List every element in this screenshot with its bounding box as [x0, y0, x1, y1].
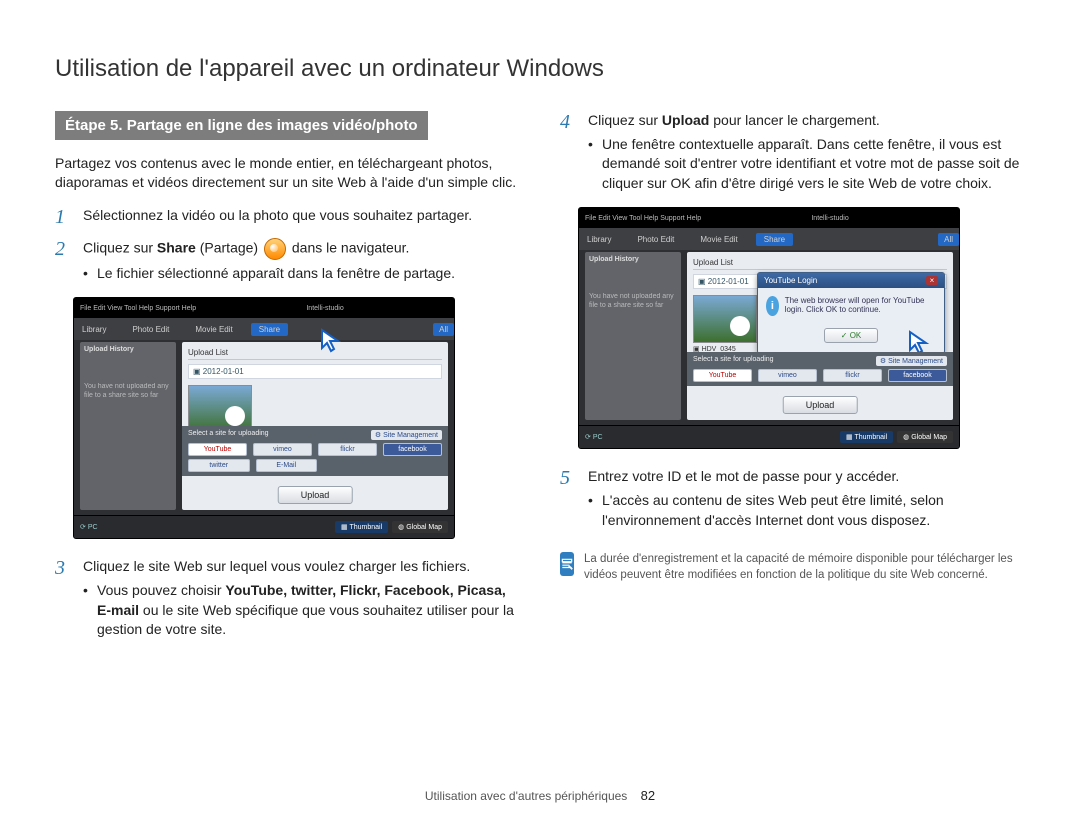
step-1-text: Sélectionnez la vidéo ou la photo que vo…	[83, 206, 472, 228]
date-value: 2012-01-01	[203, 367, 244, 376]
upload-button[interactable]: Upload	[278, 486, 353, 504]
page-title: Utilisation de l'appareil avec un ordina…	[55, 55, 1025, 83]
scr-bottom-bar: ⟳ PC ▦ Thumbnail ◍ Global Map	[74, 515, 454, 538]
view-global-map[interactable]: ◍ Global Map	[392, 521, 448, 533]
scr-right-panel: Upload List ▣ 2012-01-01 ▣ HDV_0345 Sele…	[182, 342, 448, 510]
site-twitter[interactable]: twitter	[188, 459, 250, 472]
view-thumbnail[interactable]: ▦ Thumbnail	[335, 521, 388, 533]
pc-label: ⟳ PC	[80, 523, 98, 531]
note-box: La durée d'enregistrement et la capacité…	[560, 552, 1025, 583]
step-banner: Étape 5. Partage en ligne des images vid…	[55, 111, 428, 140]
right-column: 4 Cliquez sur Upload pour lancer le char…	[560, 111, 1025, 654]
step-number-5: 5	[560, 467, 576, 534]
ok-button[interactable]: ✓ OK	[824, 328, 879, 343]
site-email[interactable]: E-Mail	[256, 459, 318, 472]
tab-movie-edit[interactable]: Movie Edit	[187, 323, 240, 336]
tab-all[interactable]: All	[433, 323, 454, 336]
step-2-post: dans le navigateur.	[288, 239, 409, 255]
scr-tabs: Library Photo Edit Movie Edit Share All	[74, 318, 454, 340]
site-facebook[interactable]: facebook	[383, 443, 442, 456]
scr-menubar: File Edit View Tool Help Support Help Int…	[74, 298, 454, 318]
screenshot-share-window: File Edit View Tool Help Support Help Int…	[73, 297, 455, 539]
dialog-title-text: YouTube Login	[764, 276, 817, 285]
upload-history-note: You have not uploaded any file to a shar…	[84, 383, 172, 400]
scr2-left-panel: Upload History You have not uploaded any…	[585, 252, 681, 420]
left-column: Étape 5. Partage en ligne des images vid…	[55, 111, 520, 654]
scr2-menubar: File Edit View Tool Help Support HelpInt…	[579, 208, 959, 228]
video-thumbnail-2[interactable]	[693, 295, 757, 343]
site-flickr[interactable]: flickr	[318, 443, 377, 456]
step-3-text: Cliquez le site Web sur lequel vous voul…	[83, 558, 470, 574]
info-icon: i	[766, 296, 779, 316]
upload-word: Upload	[662, 112, 709, 128]
dialog-message: The web browser will open for YouTube lo…	[785, 296, 936, 316]
screenshot-login-dialog: File Edit View Tool Help Support HelpInt…	[578, 207, 960, 449]
upload-history-label: Upload History	[84, 346, 172, 353]
note-icon	[560, 552, 574, 576]
sites-header: Select a site for uploading	[188, 430, 269, 440]
scr-left-panel: Upload History You have not uploaded any…	[80, 342, 176, 510]
scr-menu-text: File Edit View Tool Help Support Help	[80, 305, 196, 312]
page-footer: Utilisation avec d'autres périphériques …	[0, 788, 1080, 803]
sites-panel: Select a site for uploading ⚙ Site Manage…	[182, 426, 448, 476]
step-4-pre: Cliquez sur	[588, 112, 662, 128]
scr2-bottom-bar: ⟳ PC ▦ Thumbnail ◍ Global Map	[579, 425, 959, 448]
step-2-sub: Le fichier sélectionné apparaît dans la …	[83, 264, 455, 284]
scr2-tabs: Library Photo Edit Movie Edit Share All	[579, 228, 959, 250]
scr-app-title: Intelli-studio	[306, 305, 343, 312]
step-number-4: 4	[560, 111, 576, 197]
step-number-2: 2	[55, 238, 71, 288]
dialog-close-button[interactable]: ×	[926, 276, 938, 285]
site-vimeo[interactable]: vimeo	[253, 443, 312, 456]
footer-section: Utilisation avec d'autres périphériques	[425, 789, 627, 803]
scr2-right-panel: Upload List ▣ 2012-01-01 ▣ HDV_0345 YouT…	[687, 252, 953, 420]
upload-list-label: Upload List	[188, 348, 228, 357]
step-4-sub: Une fenêtre contextuelle apparaît. Dans …	[588, 135, 1025, 194]
login-dialog: YouTube Login × i The web browser will op…	[757, 272, 945, 354]
tab-photo-edit[interactable]: Photo Edit	[124, 323, 177, 336]
step-number-3: 3	[55, 557, 71, 643]
step-2-pre: Cliquez sur	[83, 239, 157, 255]
note-text: La durée d'enregistrement et la capacité…	[584, 552, 1025, 583]
site-youtube[interactable]: YouTube	[188, 443, 247, 456]
sites-panel-2: Select a site for uploading⚙ Site Manage…	[687, 352, 953, 386]
intro-text: Partagez vos contenus avec le monde enti…	[55, 154, 520, 192]
step-2-partage: (Partage)	[196, 239, 262, 255]
step-4-post: pour lancer le chargement.	[709, 112, 879, 128]
date-bar: ▣ 2012-01-01	[188, 364, 442, 379]
site-management-button-2[interactable]: ⚙ Site Management	[876, 356, 947, 366]
step-5-sub: L'accès au contenu de sites Web peut êtr…	[588, 491, 1025, 530]
site-management-button[interactable]: ⚙ Site Management	[371, 430, 442, 440]
tab-share[interactable]: Share	[251, 323, 288, 336]
step-3-sub: Vous pouvez choisir YouTube, twitter, Fl…	[83, 581, 520, 640]
tab-library[interactable]: Library	[74, 323, 114, 336]
step-5-text: Entrez votre ID et le mot de passe pour …	[588, 468, 899, 484]
step-number-1: 1	[55, 206, 71, 228]
page-number: 82	[641, 788, 655, 803]
share-icon	[264, 238, 286, 260]
upload-button-2[interactable]: Upload	[783, 396, 858, 414]
share-word: Share	[157, 239, 196, 255]
